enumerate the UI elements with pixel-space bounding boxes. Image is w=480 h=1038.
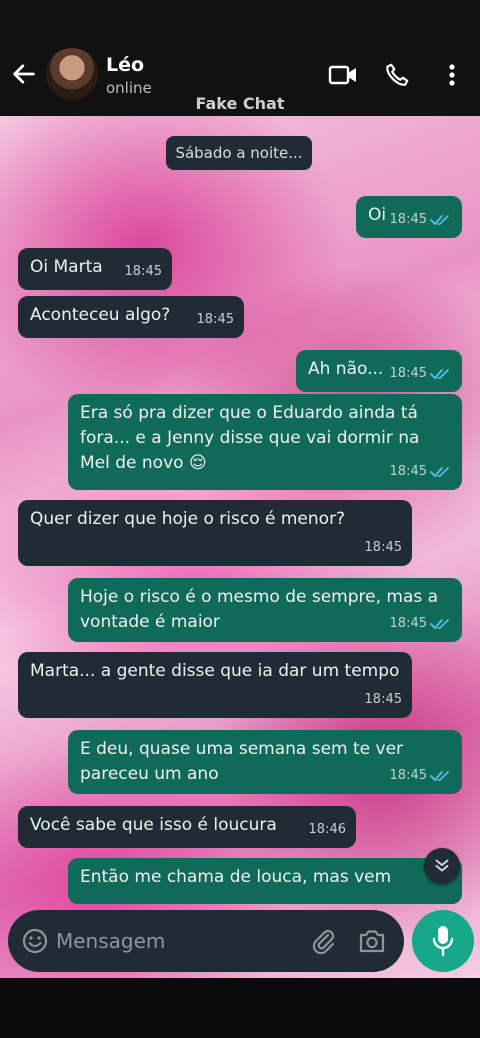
system-navigation-bar (0, 978, 480, 1038)
read-ticks-icon (430, 618, 449, 629)
read-ticks-icon (430, 466, 449, 477)
message-outgoing[interactable]: Ah não... 18:45 (296, 350, 462, 392)
avatar[interactable] (46, 48, 98, 100)
read-ticks-icon (430, 368, 449, 379)
message-text: Então me chama de louca, mas vem (80, 867, 392, 887)
message-outgoing[interactable]: Oi 18:45 (356, 196, 462, 238)
mic-icon (432, 926, 454, 957)
double-chevron-down-icon (435, 859, 449, 872)
message-time: 18:45 (389, 212, 427, 227)
message-outgoing[interactable]: Era só pra dizer que o Eduardo ainda tá … (68, 394, 462, 490)
message-incoming[interactable]: Quer dizer que hoje o risco é menor? 18:… (18, 500, 412, 566)
message-time: 18:45 (364, 540, 402, 555)
message-time: 18:46 (308, 822, 346, 837)
message-time: 18:45 (196, 312, 234, 327)
message-time: 18:45 (124, 264, 162, 279)
message-time: 18:45 (389, 768, 427, 783)
scroll-down-button[interactable] (424, 848, 460, 884)
message-text: Marta... a gente disse que ia dar um tem… (30, 661, 400, 681)
read-ticks-icon (430, 214, 449, 225)
date-chip: Sábado a noite... (166, 136, 312, 170)
message-text: Você sabe que isso é loucura (30, 815, 277, 835)
message-text: Quer dizer que hoje o risco é menor? (30, 509, 346, 529)
message-time: 18:45 (389, 616, 427, 631)
read-ticks-icon (430, 770, 449, 781)
camera-icon[interactable] (358, 928, 386, 954)
message-incoming[interactable]: Você sabe que isso é loucura 18:46 (18, 806, 356, 848)
mic-button[interactable] (412, 910, 474, 972)
video-call-icon[interactable] (328, 63, 358, 87)
message-outgoing[interactable]: Hoje o risco é o mesmo de sempre, mas a … (68, 578, 462, 642)
watermark: Fake Chat (195, 94, 285, 113)
more-vertical-icon[interactable] (440, 62, 464, 88)
message-input[interactable]: Mensagem (56, 929, 165, 953)
message-incoming[interactable]: Oi Marta 18:45 (18, 248, 172, 290)
contact-name[interactable]: Léo (106, 54, 144, 76)
message-outgoing[interactable]: E deu, quase uma semana sem te ver parec… (68, 730, 462, 794)
message-incoming[interactable]: Aconteceu algo? 18:45 (18, 296, 244, 338)
phone-icon[interactable] (384, 62, 410, 88)
emoji-icon[interactable] (22, 928, 48, 954)
message-incoming[interactable]: Marta... a gente disse que ia dar um tem… (18, 652, 412, 718)
message-time: 18:45 (364, 692, 402, 707)
paperclip-icon[interactable] (310, 926, 336, 956)
message-outgoing[interactable]: Então me chama de louca, mas vem (68, 858, 462, 904)
message-time: 18:45 (389, 366, 427, 381)
back-arrow-icon[interactable] (10, 60, 38, 88)
message-time: 18:45 (389, 464, 427, 479)
